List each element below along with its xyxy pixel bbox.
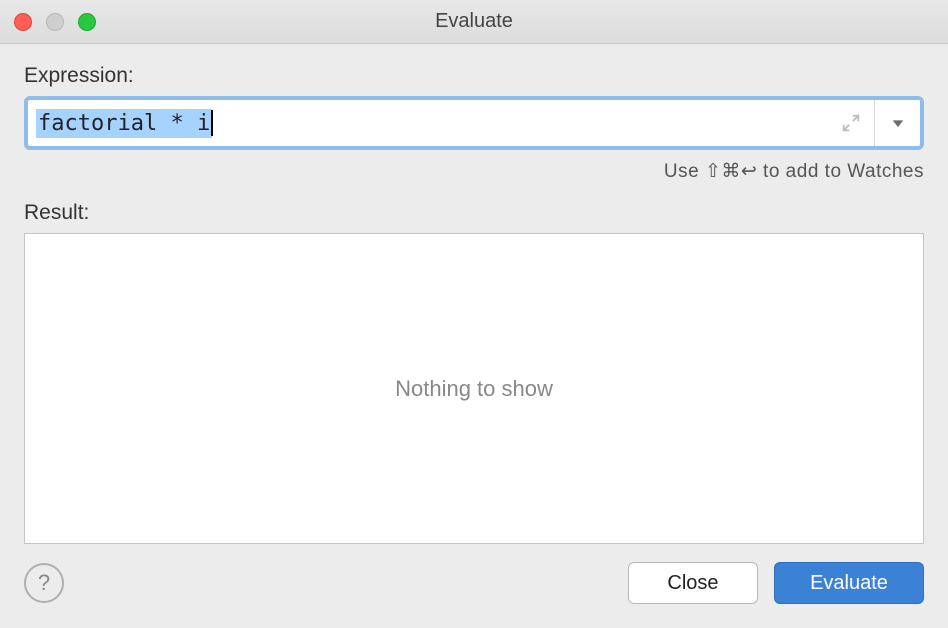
result-panel: Nothing to show bbox=[24, 233, 924, 544]
shortcut-hint: Use ⇧⌘↩ to add to Watches bbox=[24, 160, 924, 183]
expression-text: factorial * i bbox=[36, 109, 212, 138]
result-placeholder: Nothing to show bbox=[395, 376, 553, 402]
evaluate-button[interactable]: Evaluate bbox=[774, 562, 924, 604]
dialog-content: Expression: factorial * i Use ⇧⌘↩ to add… bbox=[0, 44, 948, 628]
window-minimize-button[interactable] bbox=[46, 13, 64, 31]
dialog-footer: ? Close Evaluate bbox=[24, 562, 924, 604]
help-icon: ? bbox=[38, 570, 50, 596]
result-label: Result: bbox=[24, 201, 924, 225]
text-cursor bbox=[211, 110, 213, 136]
window-zoom-button[interactable] bbox=[78, 13, 96, 31]
evaluate-button-label: Evaluate bbox=[810, 572, 888, 595]
titlebar: Evaluate bbox=[0, 0, 948, 44]
help-button[interactable]: ? bbox=[24, 563, 64, 603]
window-close-button[interactable] bbox=[14, 13, 32, 31]
close-button-label: Close bbox=[667, 572, 718, 595]
window-controls bbox=[14, 13, 96, 31]
expression-label: Expression: bbox=[24, 64, 924, 88]
expression-field-container: factorial * i bbox=[24, 96, 924, 150]
history-dropdown-button[interactable] bbox=[874, 100, 920, 146]
close-button[interactable]: Close bbox=[628, 562, 758, 604]
expression-input[interactable]: factorial * i bbox=[28, 100, 828, 146]
expand-icon[interactable] bbox=[828, 100, 874, 146]
window-title: Evaluate bbox=[435, 10, 513, 33]
